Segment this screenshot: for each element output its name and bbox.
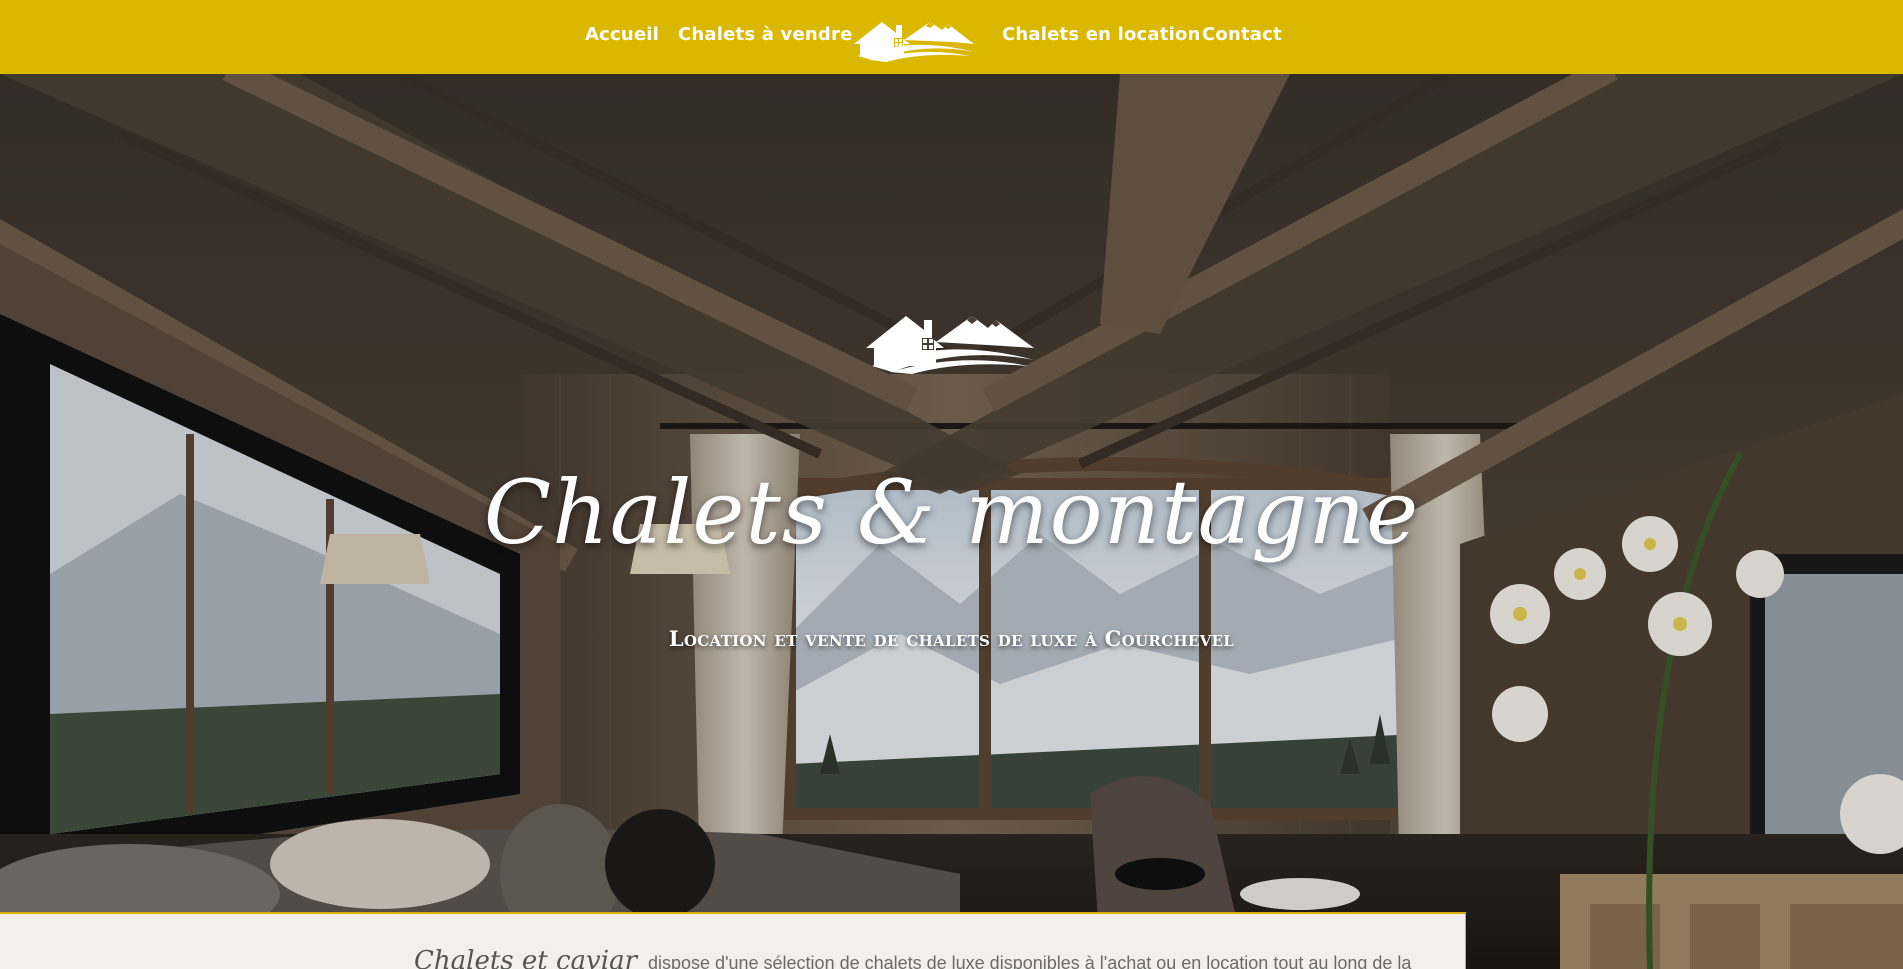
hero-title: Chalets & montagne xyxy=(483,461,1420,564)
intro-brand-name: Chalets et caviar xyxy=(414,946,637,969)
nav-link-accueil[interactable]: Accueil xyxy=(585,24,659,45)
chalet-mountain-logo-icon xyxy=(866,316,1034,374)
top-navigation-bar: Accueil Chalets à vendre Chalets en loca… xyxy=(0,0,1903,74)
hero-subtitle: Location et vente de chalets de luxe à C… xyxy=(668,626,1235,651)
intro-text: dispose d'une sélection de chalets de lu… xyxy=(648,953,1412,969)
nav-link-chalets-a-vendre[interactable]: Chalets à vendre xyxy=(678,24,852,45)
nav-link-contact[interactable]: Contact xyxy=(1202,24,1282,45)
hero-banner: Chalets & montagne Location et vente de … xyxy=(0,74,1903,969)
nav-link-chalets-en-location[interactable]: Chalets en location xyxy=(1002,24,1201,45)
intro-panel: Chalets et caviar dispose d'une sélectio… xyxy=(0,912,1466,969)
intro-paragraph: Chalets et caviar dispose d'une sélectio… xyxy=(414,946,1414,969)
chalet-mountain-logo-icon[interactable] xyxy=(852,16,976,62)
